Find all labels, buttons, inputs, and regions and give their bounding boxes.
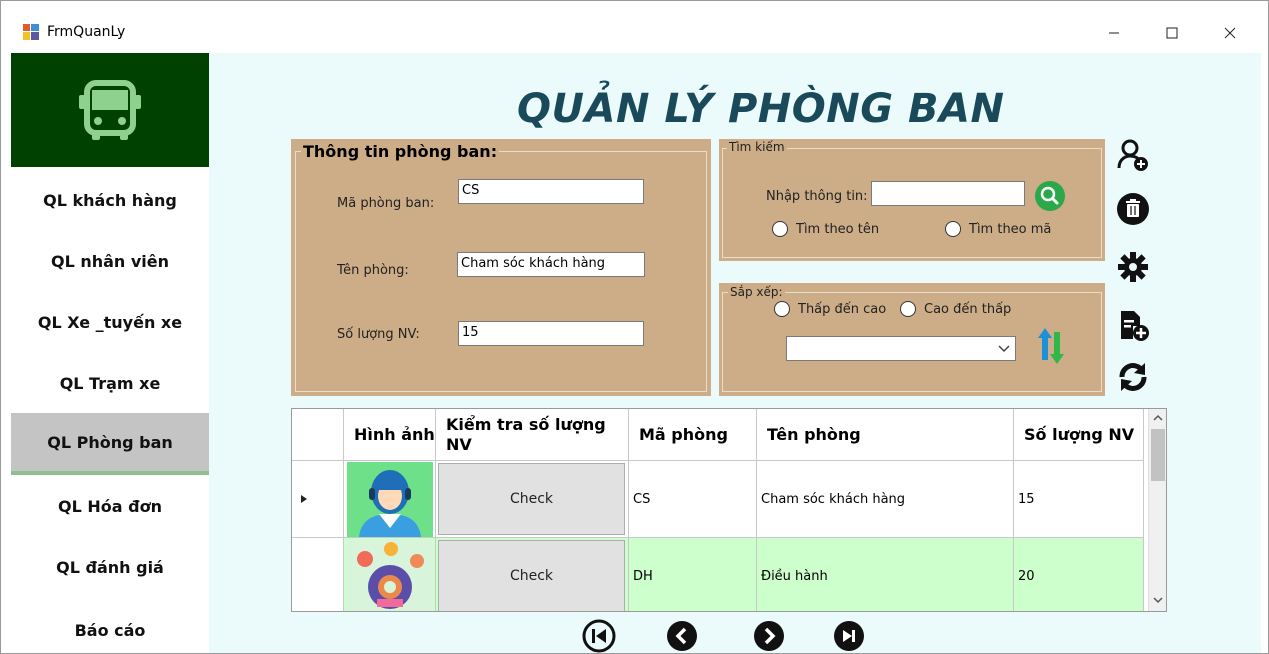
- app-icon: [23, 24, 39, 40]
- chevron-left-icon: [667, 621, 697, 651]
- sidebar-item-phong-ban[interactable]: QL Phòng ban: [11, 413, 209, 475]
- row-pointer-icon: [301, 495, 307, 503]
- sort-button[interactable]: [1036, 326, 1066, 366]
- next-record-button[interactable]: [752, 619, 786, 653]
- info-legend: Thông tin phòng ban:: [301, 142, 500, 161]
- close-button[interactable]: [1207, 13, 1253, 53]
- minimize-button[interactable]: [1091, 13, 1137, 53]
- skip-last-icon: [834, 621, 864, 651]
- search-input[interactable]: [871, 181, 1025, 206]
- search-legend: Tìm kiếm: [727, 140, 787, 154]
- table-row-image: [344, 538, 436, 611]
- last-record-button[interactable]: [832, 619, 866, 653]
- management-illustration: [346, 538, 433, 611]
- so-luong-input[interactable]: 15: [458, 321, 644, 346]
- title-bar: FrmQuanLy: [1, 1, 1268, 53]
- scroll-down-icon: [1153, 597, 1163, 604]
- search-button[interactable]: [1034, 180, 1066, 212]
- add-document-button[interactable]: [1115, 307, 1151, 343]
- sidebar-item-hoa-don[interactable]: QL Hóa đơn: [11, 477, 209, 535]
- ma-phong-ban-input[interactable]: CS: [458, 179, 644, 204]
- window-title: FrmQuanLy: [47, 24, 126, 40]
- logo: [11, 53, 209, 167]
- app-window: FrmQuanLy QL khách hàng QL nhân viên QL …: [0, 0, 1269, 654]
- sort-legend: Sắp xếp:: [728, 285, 785, 299]
- sidebar-item-bao-cao[interactable]: Báo cáo: [11, 601, 209, 653]
- page-title: QUẢN LÝ PHÒNG BAN: [517, 86, 1005, 132]
- sidebar-item-tram-xe[interactable]: QL Trạm xe: [11, 354, 209, 412]
- grid-header-image[interactable]: Hình ảnh: [344, 409, 436, 461]
- refresh-button[interactable]: [1115, 359, 1151, 395]
- table-row-selector[interactable]: [292, 461, 344, 538]
- table-row-so-luong[interactable]: 15: [1014, 461, 1144, 538]
- sidebar-item-danh-gia[interactable]: QL đánh giá: [11, 538, 209, 596]
- add-department-button[interactable]: [1115, 137, 1151, 173]
- previous-record-button[interactable]: [665, 619, 699, 653]
- sidebar-item-nhan-vien[interactable]: QL nhân viên: [11, 232, 209, 290]
- radio-sort-ascending[interactable]: Thấp đến cao: [774, 301, 886, 317]
- department-grid[interactable]: Hình ảnh Kiểm tra số lượng NV Mã phòng T…: [291, 408, 1167, 612]
- delete-button[interactable]: [1115, 191, 1151, 227]
- radio-sort-descending[interactable]: Cao đến thấp: [900, 301, 1011, 317]
- sort-panel: Sắp xếp: Thấp đến cao Cao đến thấp: [719, 283, 1105, 396]
- grid-header-ten-phong[interactable]: Tên phòng: [757, 409, 1014, 461]
- check-button[interactable]: Check: [438, 540, 625, 611]
- grid-vertical-scrollbar[interactable]: [1148, 409, 1166, 611]
- radio-search-by-name[interactable]: Tìm theo tên: [772, 221, 879, 237]
- bus-icon: [79, 80, 141, 140]
- table-row-image: [344, 461, 436, 538]
- table-row-ten[interactable]: Điều hành: [757, 538, 1014, 611]
- table-row-ten[interactable]: Cham sóc khách hàng: [757, 461, 1014, 538]
- ten-phong-label: Tên phòng:: [337, 263, 409, 278]
- sidebar-item-khach-hang[interactable]: QL khách hàng: [11, 171, 209, 229]
- edit-button[interactable]: [1115, 249, 1151, 285]
- skip-first-icon: [582, 619, 616, 653]
- table-row-check-cell: Check: [436, 538, 629, 611]
- table-row-so-luong[interactable]: 20: [1014, 538, 1144, 611]
- chevron-right-icon: [754, 621, 784, 651]
- check-button[interactable]: Check: [438, 463, 625, 535]
- grid-header-so-luong[interactable]: Số lượng NV: [1014, 409, 1144, 461]
- table-row-ma[interactable]: DH: [629, 538, 757, 611]
- add-user-icon: [1117, 139, 1148, 171]
- sort-combobox[interactable]: [786, 336, 1016, 361]
- radio-search-by-code[interactable]: Tìm theo mã: [945, 221, 1051, 237]
- grid-header-ma-phong[interactable]: Mã phòng: [629, 409, 757, 461]
- search-input-label: Nhập thông tin:: [766, 189, 868, 204]
- scrollbar-thumb[interactable]: [1151, 429, 1165, 481]
- sort-arrows-icon: [1038, 328, 1064, 364]
- so-luong-label: Số lượng NV:: [337, 327, 420, 342]
- table-row-check-cell: Check: [436, 461, 629, 538]
- maximize-button[interactable]: [1149, 13, 1195, 53]
- table-row-selector[interactable]: [292, 538, 344, 611]
- ten-phong-input[interactable]: Cham sóc khách hàng: [457, 252, 645, 277]
- main-content: QUẢN LÝ PHÒNG BAN Thông tin phòng ban: M…: [209, 53, 1261, 653]
- grid-header-check[interactable]: Kiểm tra số lượng NV: [436, 409, 629, 461]
- add-document-icon: [1121, 311, 1149, 341]
- sidebar: QL khách hàng QL nhân viên QL Xe _tuyến …: [11, 53, 209, 653]
- table-row-ma[interactable]: CS: [629, 461, 757, 538]
- first-record-button[interactable]: [582, 619, 616, 653]
- support-agent-avatar: [346, 461, 433, 537]
- search-icon: [1035, 181, 1065, 211]
- grid-header-row-selector: [292, 409, 344, 461]
- refresh-icon: [1119, 363, 1147, 391]
- ma-phong-ban-label: Mã phòng ban:: [337, 196, 435, 211]
- search-panel: Tìm kiếm Nhập thông tin: Tìm theo tên Tì…: [719, 139, 1105, 261]
- info-panel: Thông tin phòng ban: Mã phòng ban: CS Tê…: [291, 139, 711, 396]
- settings-gear-icon: [1118, 252, 1148, 282]
- sidebar-item-xe-tuyen-xe[interactable]: QL Xe _tuyến xe: [11, 293, 209, 351]
- scroll-up-icon: [1153, 414, 1163, 421]
- trash-icon: [1117, 193, 1149, 225]
- chevron-down-icon: [998, 345, 1010, 353]
